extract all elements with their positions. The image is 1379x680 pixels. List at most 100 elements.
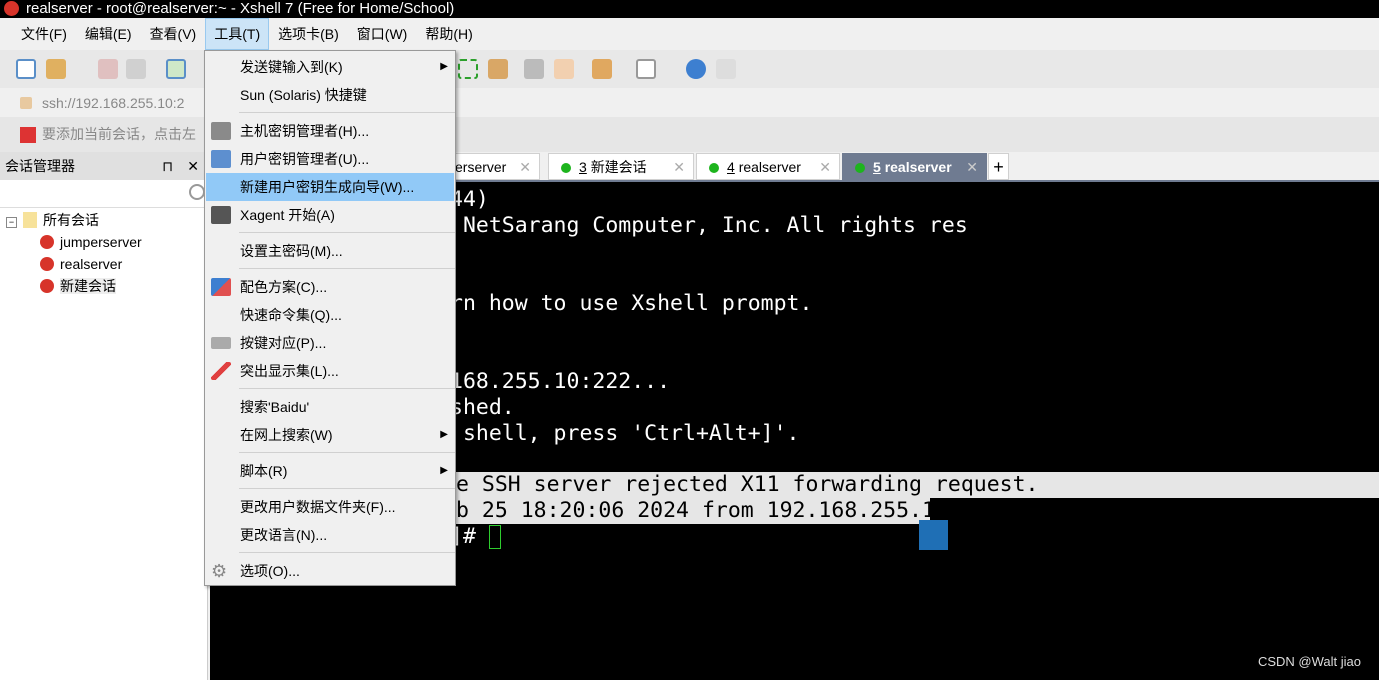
session-label: 新建会话 bbox=[60, 278, 116, 294]
notes-icon[interactable] bbox=[919, 520, 948, 550]
terminal-line: NetSarang Computer, Inc. All rights res bbox=[450, 213, 968, 238]
menu-view[interactable]: 查看(V) bbox=[141, 18, 206, 50]
session-icon bbox=[40, 257, 54, 271]
menu-item-label: 发送键输入到(K) bbox=[240, 59, 343, 75]
menu-item-web-search[interactable]: 在网上搜索(W) ▶ bbox=[206, 421, 454, 449]
session-item[interactable]: jumperserver bbox=[40, 232, 142, 252]
menu-item-host-key-manager[interactable]: 主机密钥管理者(H)... bbox=[206, 117, 454, 145]
close-tab-icon[interactable]: ✕ bbox=[966, 154, 978, 180]
menu-item-options[interactable]: ⚙ 选项(O)... bbox=[206, 557, 454, 585]
session-label: jumperserver bbox=[60, 234, 142, 250]
menu-item-label: 突出显示集(L)... bbox=[240, 363, 339, 379]
menu-item-label: 主机密钥管理者(H)... bbox=[240, 123, 370, 139]
collapse-icon[interactable]: − bbox=[6, 217, 17, 228]
terminal-prompt: ]# bbox=[450, 524, 501, 550]
menu-item-change-data-folder[interactable]: 更改用户数据文件夹(F)... bbox=[206, 493, 454, 521]
keyboard-icon[interactable] bbox=[524, 59, 544, 79]
menu-item-new-user-key-wizard[interactable]: 新建用户密钥生成向导(W)... bbox=[206, 173, 454, 201]
close-tab-icon[interactable]: ✕ bbox=[819, 154, 831, 180]
session-item[interactable]: 新建会话 bbox=[40, 276, 116, 296]
tab-label: realserver bbox=[738, 159, 801, 175]
submenu-arrow-icon: ▶ bbox=[440, 429, 448, 440]
menu-item-label: 更改语言(N)... bbox=[240, 527, 328, 543]
fullscreen-icon[interactable] bbox=[458, 59, 478, 79]
xagent-icon bbox=[211, 206, 231, 224]
terminal-line: shell, press 'Ctrl+Alt+]'. bbox=[450, 421, 800, 446]
submenu-arrow-icon: ▶ bbox=[440, 465, 448, 476]
disconnect-icon[interactable] bbox=[98, 59, 118, 79]
tools-dropdown-menu: 发送键输入到(K) ▶ Sun (Solaris) 快捷键 主机密钥管理者(H).… bbox=[204, 50, 456, 586]
watermark: CSDN @Walt jiao bbox=[1257, 654, 1361, 669]
submenu-arrow-icon: ▶ bbox=[440, 61, 448, 72]
connected-icon bbox=[709, 163, 719, 173]
tab-label: 新建会话 bbox=[590, 159, 647, 175]
terminal-line: shed. bbox=[450, 395, 515, 420]
open-folder-icon[interactable] bbox=[46, 59, 66, 79]
close-icon[interactable]: ✕ bbox=[187, 152, 199, 180]
session-icon bbox=[40, 279, 54, 293]
session-item[interactable]: realserver bbox=[40, 254, 122, 274]
session-icon bbox=[40, 235, 54, 249]
title-bar: realserver - root@realserver:~ - Xshell … bbox=[0, 0, 1379, 18]
separator bbox=[239, 388, 455, 389]
properties-icon[interactable] bbox=[166, 59, 186, 79]
menu-item-user-key-manager[interactable]: 用户密钥管理者(U)... bbox=[206, 145, 454, 173]
menu-item-color-scheme[interactable]: 配色方案(C)... bbox=[206, 273, 454, 301]
menu-item-label: 选项(O)... bbox=[240, 563, 300, 579]
menu-item-key-mapping[interactable]: 按键对应(P)... bbox=[206, 329, 454, 357]
menu-item-label: Xagent 开始(A) bbox=[240, 207, 335, 223]
session-manager: 会话管理器 ⊓ ✕ − 所有会话 jumperserver realserver 新建… bbox=[0, 152, 208, 680]
menu-file[interactable]: 文件(F) bbox=[12, 18, 76, 50]
new-session-icon[interactable] bbox=[16, 59, 36, 79]
menu-item-sun-shortcuts[interactable]: Sun (Solaris) 快捷键 bbox=[206, 81, 454, 109]
menu-window[interactable]: 窗口(W) bbox=[348, 18, 417, 50]
address-text: ssh://192.168.255.10:2 bbox=[42, 95, 185, 111]
session-search-input[interactable] bbox=[0, 180, 207, 208]
tab-3[interactable]: 3 新建会话 ✕ bbox=[548, 153, 694, 180]
menu-tools[interactable]: 工具(T) bbox=[205, 18, 270, 50]
separator bbox=[239, 488, 455, 489]
menu-item-label: 设置主密码(M)... bbox=[240, 243, 343, 259]
tab-4[interactable]: 4 realserver ✕ bbox=[696, 153, 840, 180]
tab-jumperserver[interactable]: erserver ✕ bbox=[446, 153, 540, 180]
reconnect-icon[interactable] bbox=[126, 59, 146, 79]
menu-item-quick-commands[interactable]: 快速命令集(Q)... bbox=[206, 301, 454, 329]
session-manager-header: 会话管理器 ⊓ ✕ bbox=[0, 152, 207, 180]
tree-root-all-sessions[interactable]: − 所有会话 bbox=[6, 210, 99, 230]
menu-bar: 文件(F) 编辑(E) 查看(V) 工具(T) 选项卡(B) 窗口(W) 帮助(… bbox=[0, 18, 1379, 50]
pin-icon[interactable]: ⊓ bbox=[162, 152, 173, 180]
layout-icon[interactable] bbox=[636, 59, 656, 79]
highlight-icon[interactable] bbox=[554, 59, 574, 79]
window-title: realserver - root@realserver:~ - Xshell … bbox=[26, 0, 455, 17]
tab-label: realserver bbox=[884, 159, 952, 175]
lock-icon[interactable] bbox=[488, 59, 508, 79]
menu-item-search-baidu[interactable]: 搜索'Baidu' bbox=[206, 393, 454, 421]
tab-number: 3 bbox=[579, 159, 587, 175]
new-folder-icon[interactable] bbox=[592, 59, 612, 79]
menu-tabs[interactable]: 选项卡(B) bbox=[269, 18, 348, 50]
menu-item-send-key-input[interactable]: 发送键输入到(K) ▶ bbox=[206, 53, 454, 81]
session-label: realserver bbox=[60, 256, 123, 272]
menu-item-script[interactable]: 脚本(R) ▶ bbox=[206, 457, 454, 485]
menu-help[interactable]: 帮助(H) bbox=[416, 18, 481, 50]
menu-item-xagent[interactable]: Xagent 开始(A) bbox=[206, 201, 454, 229]
menu-item-master-password[interactable]: 设置主密码(M)... bbox=[206, 237, 454, 265]
menu-item-label: 在网上搜索(W) bbox=[240, 427, 333, 443]
tab-5[interactable]: 5 realserver ✕ bbox=[842, 153, 987, 180]
menu-item-highlight-sets[interactable]: 突出显示集(L)... bbox=[206, 357, 454, 385]
help-icon[interactable] bbox=[686, 59, 706, 79]
bookmark-icon bbox=[20, 127, 36, 143]
menu-item-label: 快速命令集(Q)... bbox=[240, 307, 342, 323]
menu-edit[interactable]: 编辑(E) bbox=[76, 18, 141, 50]
cursor bbox=[488, 525, 501, 549]
menu-item-label: 搜索'Baidu' bbox=[240, 399, 310, 415]
menu-item-change-language[interactable]: 更改语言(N)... bbox=[206, 521, 454, 549]
chat-icon[interactable] bbox=[716, 59, 736, 79]
close-tab-icon[interactable]: ✕ bbox=[673, 154, 685, 180]
menu-item-label: 配色方案(C)... bbox=[240, 279, 328, 295]
close-tab-icon[interactable]: ✕ bbox=[519, 154, 531, 180]
menu-item-label: 按键对应(P)... bbox=[240, 335, 327, 351]
add-tab-button[interactable]: + bbox=[988, 153, 1009, 180]
lock-icon bbox=[20, 97, 32, 109]
gear-icon: ⚙ bbox=[211, 561, 228, 581]
